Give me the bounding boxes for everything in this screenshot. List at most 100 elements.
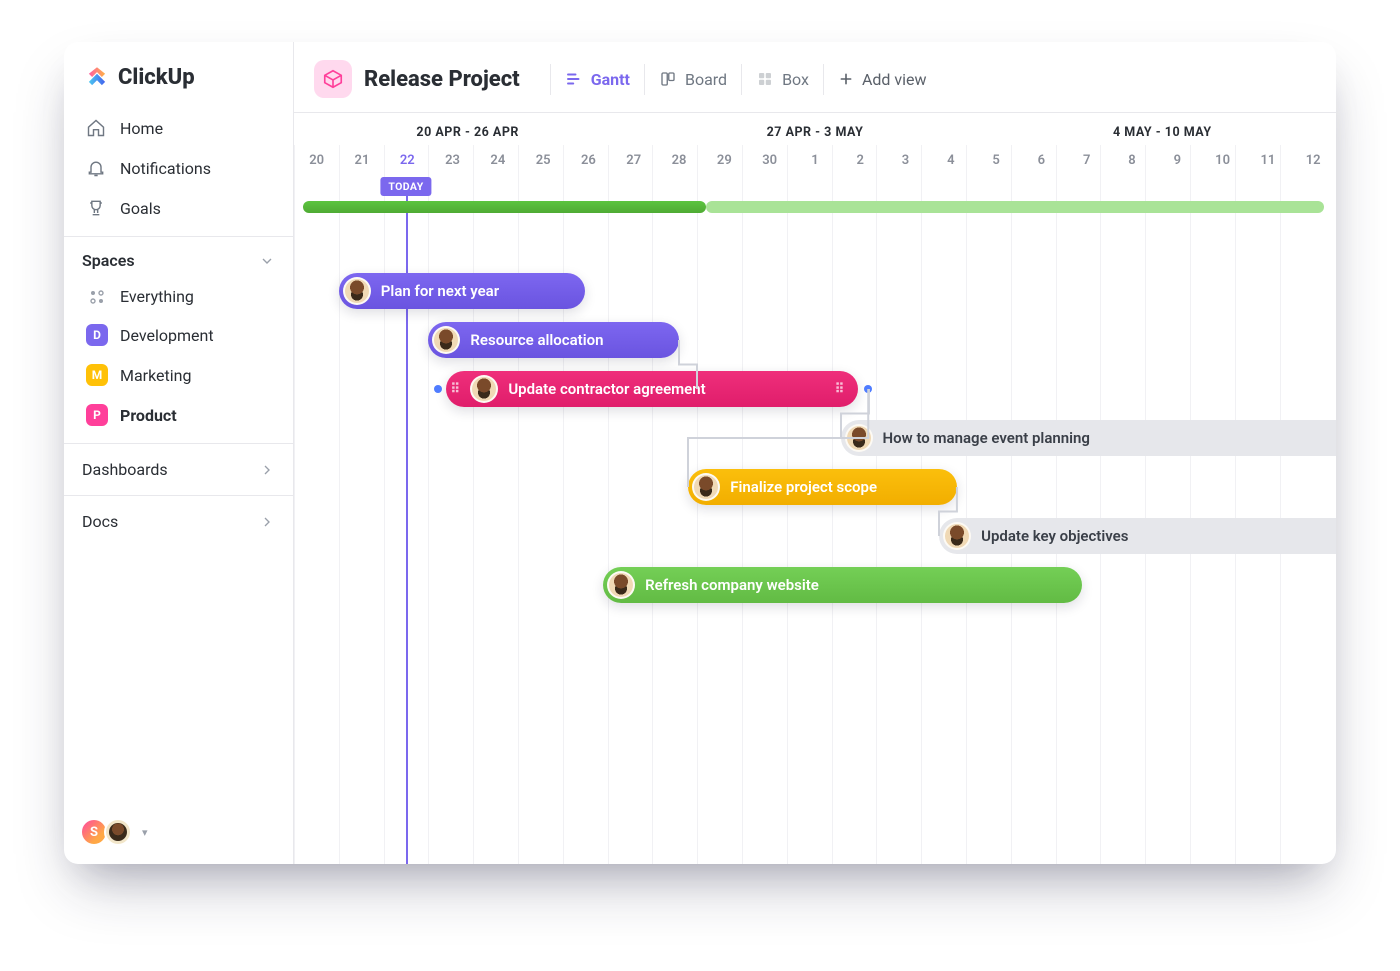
- space-label: Marketing: [120, 366, 191, 385]
- day-label: 5: [973, 145, 1018, 177]
- day-label: 10: [1200, 145, 1245, 177]
- logo-text: ClickUp: [118, 65, 195, 90]
- space-label: Development: [120, 326, 214, 345]
- primary-nav: Home Notifications Goals: [64, 108, 293, 236]
- week-label: 27 APR - 3 MAY: [641, 125, 988, 140]
- day-label: 25: [520, 145, 565, 177]
- everything-icon: [86, 289, 108, 305]
- week-label: 20 APR - 26 APR: [294, 125, 641, 140]
- spaces-header[interactable]: Spaces: [82, 251, 275, 278]
- clickup-logo-icon: [84, 64, 110, 90]
- caret-down-icon: ▾: [142, 826, 148, 839]
- box-icon: [756, 70, 774, 88]
- assignee-avatar: [845, 424, 873, 452]
- chevron-right-icon: [259, 514, 275, 530]
- gantt-task[interactable]: Update key objectives: [939, 518, 1336, 554]
- day-header-row: 2021222324252627282930123456789101112: [294, 145, 1336, 177]
- space-badge: D: [86, 324, 108, 346]
- assignee-avatar: [343, 277, 371, 305]
- assignee-avatar: [943, 522, 971, 550]
- gantt-task[interactable]: Refresh company website: [603, 567, 1082, 603]
- day-label: 30: [747, 145, 792, 177]
- gantt-task[interactable]: Finalize project scope: [688, 469, 957, 505]
- tab-label: Board: [685, 70, 727, 89]
- main-panel: Release Project Gantt Board Box Add view: [294, 42, 1336, 864]
- task-label: Resource allocation: [470, 331, 603, 349]
- sidebar-link-docs[interactable]: Docs: [64, 495, 293, 547]
- chevron-right-icon: [259, 462, 275, 478]
- day-label: 22: [385, 145, 430, 177]
- gantt-task[interactable]: Resource allocation: [428, 322, 679, 358]
- nav-label: Home: [120, 119, 163, 138]
- gantt-icon: [565, 70, 583, 88]
- space-label: Product: [120, 406, 177, 425]
- gantt-task[interactable]: How to manage event planning: [841, 420, 1336, 456]
- assignee-avatar: [470, 375, 498, 403]
- page-title: Release Project: [364, 67, 520, 92]
- nav-home[interactable]: Home: [76, 108, 281, 148]
- plus-icon: [838, 71, 854, 87]
- page-header: Release Project Gantt Board Box Add view: [294, 42, 1336, 113]
- view-tabs: Gantt Board Box Add view: [550, 64, 941, 95]
- assignee-avatar: [607, 571, 635, 599]
- progress-bar-remaining: [706, 201, 1324, 213]
- home-icon: [86, 118, 106, 138]
- day-label: 6: [1019, 145, 1064, 177]
- assignee-avatar: [692, 473, 720, 501]
- dependency-dot[interactable]: [434, 385, 442, 393]
- user-footer[interactable]: S ▾: [80, 818, 148, 846]
- board-icon: [659, 70, 677, 88]
- spaces-section: Spaces Everything D Development M Marketing…: [64, 236, 293, 443]
- assignee-avatar: [432, 326, 460, 354]
- tab-box[interactable]: Box: [741, 64, 823, 95]
- chevron-down-icon: [259, 253, 275, 269]
- dependency-dot[interactable]: [864, 385, 872, 393]
- space-badge: M: [86, 364, 108, 386]
- progress-bar-complete: [303, 201, 706, 213]
- add-view-label: Add view: [862, 70, 927, 89]
- day-label: 24: [475, 145, 520, 177]
- task-label: Update key objectives: [981, 527, 1128, 545]
- task-label: How to manage event planning: [883, 429, 1090, 447]
- space-development[interactable]: D Development: [82, 315, 275, 355]
- tab-board[interactable]: Board: [644, 64, 741, 95]
- drag-handle-icon[interactable]: [834, 380, 844, 398]
- nav-notifications[interactable]: Notifications: [76, 148, 281, 188]
- sidebar: ClickUp Home Notifications Goals Spaces: [64, 42, 294, 864]
- gantt-task[interactable]: Update contractor agreement: [446, 371, 858, 407]
- gantt-chart[interactable]: 20 APR - 26 APR27 APR - 3 MAY4 MAY - 10 …: [294, 113, 1336, 864]
- day-label: 9: [1155, 145, 1200, 177]
- project-icon: [314, 60, 352, 98]
- day-label: 23: [430, 145, 475, 177]
- space-product[interactable]: PProduct: [82, 395, 275, 435]
- tab-gantt[interactable]: Gantt: [550, 64, 644, 95]
- drag-handle-icon[interactable]: [450, 380, 460, 398]
- task-label: Plan for next year: [381, 282, 499, 300]
- task-label: Refresh company website: [645, 576, 819, 594]
- nav-label: Goals: [120, 199, 161, 218]
- task-label: Update contractor agreement: [508, 380, 705, 398]
- bell-icon: [86, 158, 106, 178]
- add-view-button[interactable]: Add view: [823, 64, 941, 95]
- nav-goals[interactable]: Goals: [76, 188, 281, 228]
- gantt-task[interactable]: Plan for next year: [339, 273, 585, 309]
- section-title: Spaces: [82, 251, 135, 270]
- nav-label: Notifications: [120, 159, 211, 178]
- space-marketing[interactable]: M Marketing: [82, 355, 275, 395]
- week-header-row: 20 APR - 26 APR27 APR - 3 MAY4 MAY - 10 …: [294, 113, 1336, 145]
- space-everything[interactable]: Everything: [82, 278, 275, 315]
- day-label: 21: [339, 145, 384, 177]
- gantt-grid: 2021222324252627282930123456789101112 TO…: [294, 145, 1336, 864]
- trophy-icon: [86, 198, 106, 218]
- today-badge: TODAY: [380, 177, 431, 196]
- app-window: ClickUp Home Notifications Goals Spaces: [64, 42, 1336, 864]
- logo[interactable]: ClickUp: [64, 42, 293, 108]
- day-label: 7: [1064, 145, 1109, 177]
- day-label: 11: [1245, 145, 1290, 177]
- link-label: Docs: [82, 512, 118, 531]
- day-label: 27: [611, 145, 656, 177]
- day-label: 29: [702, 145, 747, 177]
- day-label: 20: [294, 145, 339, 177]
- sidebar-link-dashboards[interactable]: Dashboards: [64, 443, 293, 495]
- task-label: Finalize project scope: [730, 478, 877, 496]
